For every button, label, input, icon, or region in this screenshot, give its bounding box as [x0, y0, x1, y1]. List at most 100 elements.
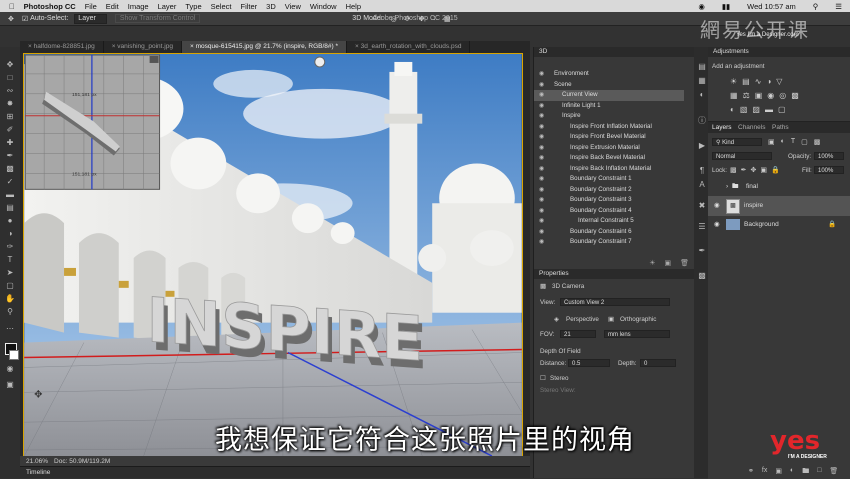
actions-icon[interactable]: ▶	[697, 142, 707, 150]
show-transform-control[interactable]: Show Transform Control	[114, 14, 201, 23]
menu-type[interactable]: Type	[185, 2, 201, 11]
scene-item[interactable]: ◉ Inspire Front Bevel Material	[534, 132, 684, 143]
battery-icon[interactable]: ▮▮	[722, 2, 730, 11]
scene-item[interactable]: ◉ Inspire Front Inflation Material	[534, 122, 684, 133]
orthographic-icon[interactable]: ▣	[608, 316, 614, 323]
quick-mask-icon[interactable]: ◉	[5, 365, 15, 373]
tab-paths[interactable]: Paths	[772, 124, 789, 131]
menu-window[interactable]: Window	[310, 2, 337, 11]
path-select-icon[interactable]: ➤	[5, 269, 15, 277]
scene-item[interactable]: ◉ Boundary Constraint 2	[534, 185, 684, 196]
selective-color-icon[interactable]: ▢	[778, 105, 786, 114]
visibility-eye-icon[interactable]: ◉	[539, 132, 544, 143]
vibrance-icon[interactable]: ▽	[776, 77, 782, 86]
orthographic-option[interactable]: Orthographic	[620, 316, 656, 323]
trash-icon[interactable]: 🗑	[829, 467, 838, 478]
move-tool-icon[interactable]: ✥	[8, 15, 14, 23]
visibility-eye-icon[interactable]: ◉	[539, 143, 544, 154]
tools-icon[interactable]: ✖	[697, 202, 707, 210]
wifi-icon[interactable]: ◉	[698, 2, 705, 11]
filter-adjust-icon[interactable]: ◐	[781, 138, 785, 146]
expand-arrow-icon[interactable]: ›	[726, 178, 728, 196]
scene-item[interactable]: ◉ Environment	[534, 69, 684, 80]
bw-icon[interactable]: ▣	[755, 91, 763, 100]
crop-tool-icon[interactable]: ⊞	[5, 113, 15, 121]
menu-help[interactable]: Help	[346, 2, 361, 11]
character-icon[interactable]: A	[697, 181, 707, 189]
scene-item[interactable]: ◉ Inspire Back Inflation Material	[534, 164, 684, 175]
menu-select[interactable]: Select	[211, 2, 232, 11]
menu-image[interactable]: Image	[128, 2, 149, 11]
visibility-eye-icon[interactable]: ◉	[539, 90, 544, 101]
visibility-eye-icon[interactable]: ◉	[539, 153, 544, 164]
view-dropdown[interactable]: Custom View 2	[560, 298, 670, 306]
blend-mode-dropdown[interactable]: Normal	[712, 152, 772, 160]
zoom-level[interactable]: 21.06%	[26, 458, 48, 465]
lookup-icon[interactable]: ▩	[791, 91, 799, 100]
hand-tool-icon[interactable]: ✋	[5, 295, 15, 303]
menu-view[interactable]: View	[285, 2, 301, 11]
menu-file[interactable]: File	[85, 2, 97, 11]
scene-item[interactable]: ◉ Boundary Constraint 3	[534, 195, 684, 206]
scene-item[interactable]: ◉ Internal Constraint 5	[534, 216, 684, 227]
mask-icon[interactable]: ▣	[775, 467, 782, 478]
layer-background[interactable]: ◉ Background 🔒	[708, 216, 850, 234]
perspective-option[interactable]: Perspective	[566, 316, 599, 323]
scene-item[interactable]: ◉ Inspire Back Bevel Material	[534, 153, 684, 164]
new-scene-icon[interactable]: ▣	[664, 259, 671, 269]
delete-icon[interactable]: 🗑	[680, 259, 689, 269]
shape-tool-icon[interactable]: ▢	[5, 282, 15, 290]
timeline-panel[interactable]: Timeline	[20, 466, 530, 478]
healing-brush-icon[interactable]: ✚	[5, 139, 15, 147]
tab-channels[interactable]: Channels	[738, 124, 765, 131]
history-icon[interactable]: ▤	[697, 63, 707, 71]
lock-artboard-icon[interactable]: ▣	[760, 166, 767, 174]
add-light-icon[interactable]: ☀	[649, 259, 655, 269]
pen-tool-icon[interactable]: ✑	[5, 243, 15, 251]
tab-layers[interactable]: Layers	[712, 124, 732, 131]
scene-item[interactable]: ◉ Infinite Light 1	[534, 101, 684, 112]
distance-input[interactable]: 0.5	[568, 359, 610, 367]
search-icon[interactable]: ⚲	[813, 2, 819, 11]
apple-icon[interactable]: 	[9, 2, 15, 11]
visibility-eye-icon[interactable]: ◉	[539, 237, 544, 248]
perspective-icon[interactable]: ◈	[554, 316, 559, 323]
menu-edit[interactable]: Edit	[106, 2, 119, 11]
menu-3d[interactable]: 3D	[266, 2, 276, 11]
visibility-eye-icon[interactable]: ◉	[539, 206, 544, 217]
invert-icon[interactable]: ◐	[730, 105, 735, 114]
history-brush-icon[interactable]: ✓	[5, 178, 15, 186]
visibility-eye-icon[interactable]: ◉	[539, 164, 544, 175]
mixer-icon[interactable]: ◎	[779, 91, 786, 100]
visibility-eye-icon[interactable]: ◉	[539, 122, 544, 133]
gradient-map-icon[interactable]: ▬	[765, 105, 773, 114]
exposure-icon[interactable]: ◑	[766, 77, 771, 86]
clone-source-icon[interactable]: ▩	[697, 272, 707, 280]
camera-widget-icon[interactable]	[314, 56, 326, 68]
scene-item[interactable]: ◉ Boundary Constraint 1	[534, 174, 684, 185]
tab-halfdome[interactable]: × halfdome-828851.jpg	[20, 41, 104, 53]
lasso-tool-icon[interactable]: ∾	[5, 87, 15, 95]
gradient-tool-icon[interactable]: ▤	[5, 204, 15, 212]
opacity-input[interactable]: 100%	[814, 152, 844, 160]
curves-icon[interactable]: ∿	[755, 77, 762, 86]
brightness-icon[interactable]: ☀	[730, 77, 737, 86]
canvas-area[interactable]: INSPIRE INSPIRE 151,181 px 151,181 px ✥	[20, 53, 530, 467]
scene-item[interactable]: ◉ Scene	[534, 80, 684, 91]
marquee-tool-icon[interactable]: □	[5, 74, 15, 82]
brushes-icon[interactable]: ✒	[697, 247, 707, 255]
lock-transparent-icon[interactable]: ▩	[730, 166, 737, 174]
filter-type-icon[interactable]: T	[791, 138, 795, 146]
adjustment-layer-icon[interactable]: ◐	[790, 467, 794, 478]
move-tool-icon[interactable]: ✥	[5, 61, 15, 69]
close-view-icon[interactable]	[149, 55, 159, 63]
visibility-eye-icon[interactable]: ◉	[539, 111, 544, 122]
depth-input[interactable]: 0	[640, 359, 676, 367]
swatches-icon[interactable]: ▦	[697, 77, 707, 85]
visibility-eye-icon[interactable]: ◉	[539, 227, 544, 238]
visibility-eye-icon[interactable]: ◉	[539, 195, 544, 206]
auto-select-checkbox[interactable]: ☑	[22, 15, 28, 23]
lock-all-icon[interactable]: 🔒	[771, 166, 780, 174]
scene-item[interactable]: ◉ Current View	[534, 90, 684, 101]
document-canvas[interactable]: INSPIRE INSPIRE 151,181 px 151,181 px ✥	[23, 53, 523, 457]
